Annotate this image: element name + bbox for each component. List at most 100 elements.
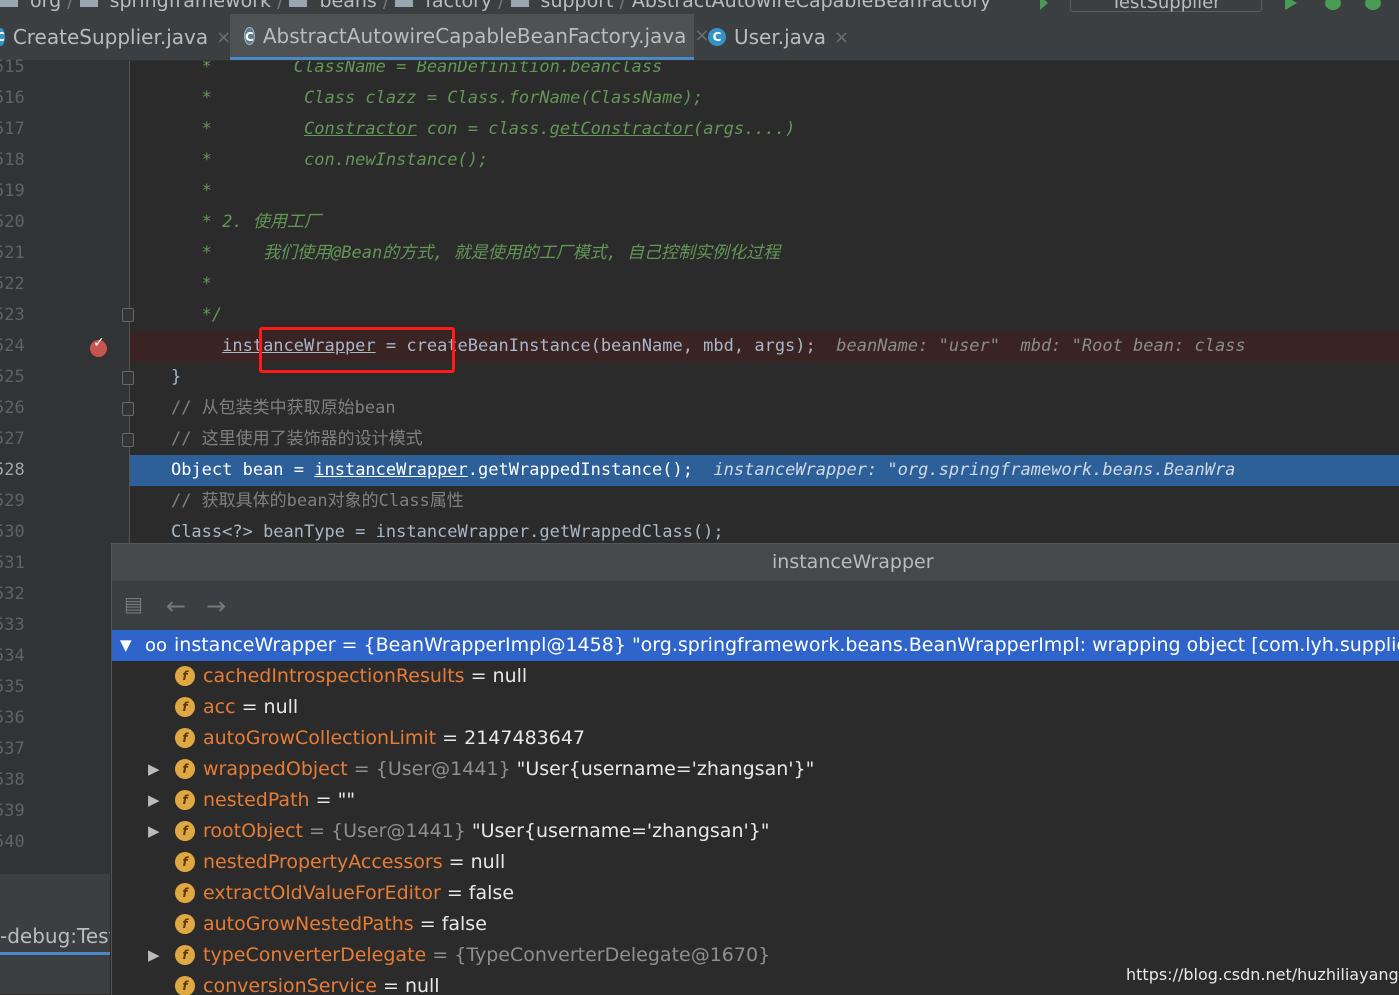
code-line: Class<?> beanType = instanceWrapper.getW… <box>130 517 1399 543</box>
field-value: = false <box>446 882 515 904</box>
field-name: typeConverterDelegate <box>203 944 427 966</box>
field-name: autoGrowCollectionLimit <box>203 727 437 749</box>
breadcrumb-item[interactable]: springframework <box>110 0 271 12</box>
close-icon[interactable]: × <box>834 27 849 48</box>
popup-toolbar: ▤ ← → <box>112 582 1399 628</box>
breadcrumb-separator: / <box>382 0 390 12</box>
debug-icon[interactable] <box>1325 0 1341 10</box>
debug-tab[interactable]: -debug:Test <box>0 920 110 955</box>
code-text: // 从包装类中获取原始bean <box>170 398 396 418</box>
folder-tree-icon[interactable]: ▤ <box>124 592 143 616</box>
tab-label: CreateSupplier.java <box>12 25 209 49</box>
variable-name: instanceWrapper <box>174 634 336 656</box>
tab-label: AbstractAutowireCapableBeanFactory.java <box>262 23 687 48</box>
inline-debug-hint: beanName: "user" mbd: "Root bean: class <box>836 336 1246 356</box>
line-number: 518 <box>0 150 25 170</box>
tree-row[interactable]: ▶ f nestedPath = "" <box>112 785 1399 816</box>
field-icon: f <box>175 852 195 872</box>
field-name: nestedPath <box>203 789 310 811</box>
code-text: */ <box>201 305 223 325</box>
tree-row[interactable]: ▶ f rootObject = {User@1441} "User{usern… <box>112 816 1399 847</box>
tree-row[interactable]: f cachedIntrospectionResults = null <box>112 661 1399 692</box>
field-icon: f <box>175 821 195 841</box>
tab-label: User.java <box>734 25 827 49</box>
back-arrow-icon[interactable]: ← <box>166 592 186 620</box>
code-line: * con.newInstance(); <box>130 150 489 170</box>
field-icon: f <box>175 697 195 717</box>
field-icon: f <box>175 728 195 748</box>
back-arrow-icon[interactable] <box>1040 0 1048 10</box>
expand-arrow-icon[interactable]: ▶ <box>148 940 160 971</box>
collapse-arrow-icon[interactable]: ▼ <box>120 630 132 661</box>
code-text: // 这里使用了装饰器的设计模式 <box>170 429 423 449</box>
code-line: * <box>130 269 1399 300</box>
line-number: 515 <box>0 57 25 77</box>
line-number: 529 <box>0 491 25 511</box>
inline-debug-hint: instanceWrapper: "org.springframework.be… <box>713 460 1236 480</box>
close-icon[interactable]: × <box>216 27 231 48</box>
navigation-bar: org / springframework / beans / factory / su… <box>0 0 1399 14</box>
variable-inspect-popup[interactable]: instanceWrapper ▤ ← → ▼ oo instanceWrapp… <box>111 543 1399 995</box>
expand-arrow-icon[interactable]: ▶ <box>148 816 160 847</box>
breadcrumb-separator: / <box>619 0 626 12</box>
field-name: cachedIntrospectionResults <box>203 665 465 687</box>
expand-arrow-icon[interactable]: ▶ <box>148 785 160 816</box>
popup-title: instanceWrapper <box>112 544 1399 581</box>
tree-row[interactable]: f autoGrowCollectionLimit = 2147483647 <box>112 723 1399 754</box>
tree-row[interactable]: f autoGrowNestedPaths = false <box>112 909 1399 940</box>
code-line: * <box>130 176 1399 207</box>
field-value: = null <box>448 851 506 873</box>
breadcrumb-item[interactable]: AbstractAutowireCapableBeanFactory <box>632 0 991 12</box>
code-variable[interactable]: instanceWrapper <box>314 460 468 480</box>
field-value: = null <box>241 696 299 718</box>
expand-arrow-icon[interactable]: ▶ <box>148 754 160 785</box>
line-number: 531 <box>0 553 25 573</box>
breadcrumb-item[interactable]: org <box>30 0 61 12</box>
breadcrumb-item[interactable]: beans <box>319 0 376 12</box>
code-editor[interactable]: * ClassName = BeanDefinition.beanclass *… <box>130 61 1399 543</box>
breadcrumb-separator: / <box>498 0 505 12</box>
tab-abstract-autowire-capable-bean-factory[interactable]: C AbstractAutowireCapableBeanFactory.jav… <box>230 14 709 60</box>
field-value: = null <box>470 665 528 687</box>
line-number: 517 <box>0 119 25 139</box>
tree-row[interactable]: f extractOldValueForEditor = false <box>112 878 1399 909</box>
code-text: con = class. <box>416 119 550 139</box>
line-number: 527 <box>0 429 25 449</box>
run-config-selector[interactable]: TestSupplier <box>1070 0 1262 13</box>
tab-user-java[interactable]: C User.java × <box>708 14 858 60</box>
field-ref: = {User@1441} <box>353 758 511 780</box>
line-number: 530 <box>0 522 25 542</box>
code-text: .getWrappedInstance(); <box>467 460 693 480</box>
variable-tree[interactable]: ▼ oo instanceWrapper = {BeanWrapperImpl@… <box>112 630 1399 995</box>
forward-arrow-icon[interactable]: → <box>206 592 226 620</box>
field-value: = 2147483647 <box>442 727 586 749</box>
code-line: * Constractor con = class.getConstractor… <box>130 119 796 139</box>
code-text: 我们使用@Bean的方式, 就是使用的工厂模式, 自己控制实例化过程 <box>263 243 781 263</box>
run-icon[interactable] <box>1285 0 1297 10</box>
breadcrumb-item[interactable]: support <box>541 0 614 12</box>
field-value: "User{username='zhangsan'}" <box>471 820 770 842</box>
code-text: ClassName = BeanDefinition.beanclass <box>293 61 663 77</box>
breadcrumb: org / springframework / beans / factory / su… <box>0 0 991 12</box>
folder-icon <box>395 0 414 7</box>
code-line: // 从包装类中获取原始bean <box>130 393 1399 424</box>
line-number: 521 <box>0 243 25 263</box>
code-text: con.newInstance(); <box>304 150 489 170</box>
field-icon: f <box>175 790 195 810</box>
code-text: Constractor <box>304 119 417 139</box>
code-line: * Class clazz = Class.forName(ClassName)… <box>130 88 704 108</box>
tree-row[interactable]: ▶ f wrappedObject = {User@1441} "User{us… <box>112 754 1399 785</box>
field-icon: f <box>175 945 195 965</box>
line-number: 540 <box>0 832 25 852</box>
breadcrumb-item[interactable]: factory <box>425 0 492 12</box>
code-text: * 2. 使用工厂 <box>201 212 321 232</box>
field-value: = null <box>382 975 440 995</box>
tree-row[interactable]: f acc = null <box>112 692 1399 723</box>
line-number: 532 <box>0 584 25 604</box>
line-number: 535 <box>0 677 25 697</box>
line-number: 533 <box>0 615 25 635</box>
tree-row[interactable]: f nestedPropertyAccessors = null <box>112 847 1399 878</box>
tree-root-instance-wrapper[interactable]: ▼ oo instanceWrapper = {BeanWrapperImpl@… <box>112 630 1399 661</box>
variable-value: = {BeanWrapperImpl@1458} "org.springfram… <box>341 634 1399 656</box>
coverage-icon[interactable] <box>1365 0 1381 10</box>
